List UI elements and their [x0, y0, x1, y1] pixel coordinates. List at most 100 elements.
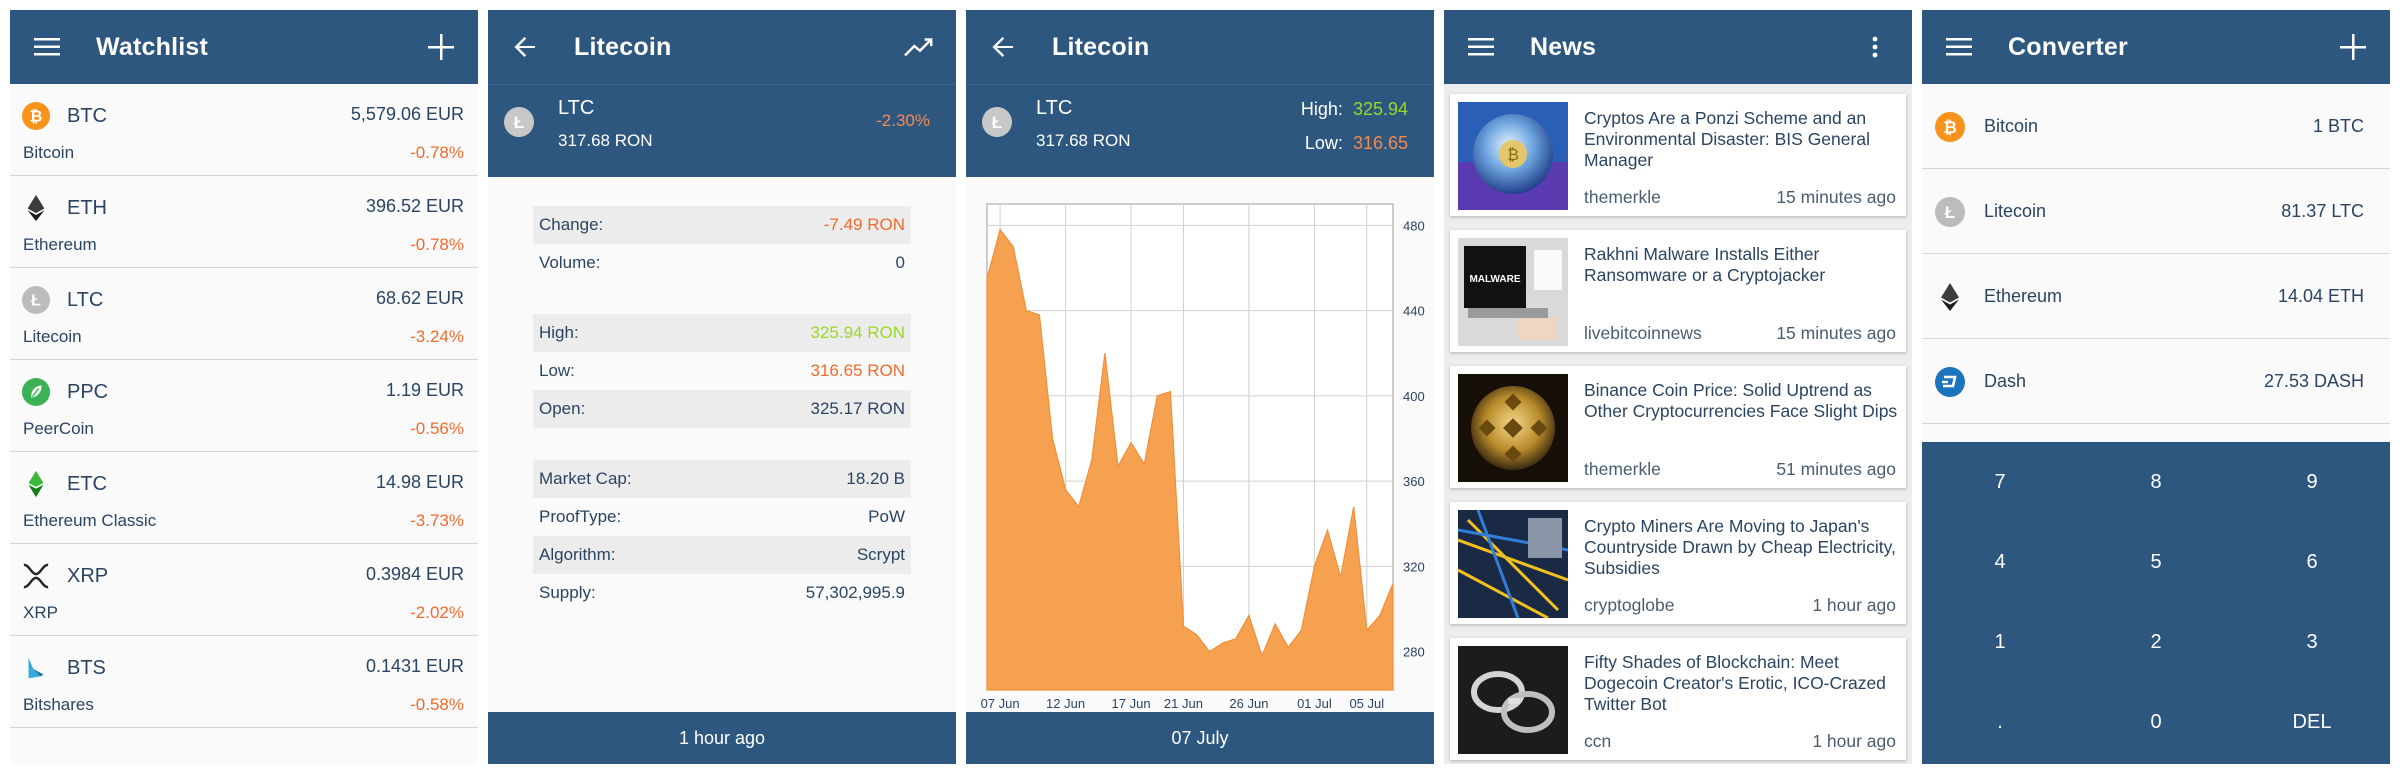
trending-chart-icon[interactable]: [904, 32, 934, 62]
plus-icon[interactable]: [2338, 32, 2368, 62]
converter-row[interactable]: Dash 27.53 DASH: [1922, 339, 2390, 424]
news-card[interactable]: Crypto Miners Are Moving to Japan's Coun…: [1450, 502, 1906, 624]
watchlist-row[interactable]: ETH 396.52 EUR Ethereum -0.78%: [10, 176, 478, 268]
app-bar: Litecoin: [966, 10, 1434, 84]
news-source: themerkle: [1584, 459, 1661, 479]
coin-symbol: LTC: [558, 97, 595, 119]
litecoin-icon: Ł: [504, 107, 534, 137]
svg-text:₿: ₿: [30, 108, 43, 126]
bitcoin-icon: ₿: [22, 102, 50, 130]
watchlist-row[interactable]: XRP 0.3984 EUR XRP -2.02%: [10, 544, 478, 636]
litecoin-icon: Ł: [1935, 197, 1965, 227]
low-readout: Low: 316.65: [1305, 133, 1408, 154]
screens: Watchlist ₿ BTC 5,579.06 EUR Bitcoin -0.78% E…: [0, 0, 2400, 774]
keypad-key[interactable]: .: [1922, 682, 2078, 762]
detail-label: Low:: [539, 361, 575, 380]
news-card[interactable]: Binance Coin Price: Solid Uptrend as Oth…: [1450, 366, 1906, 488]
currency-value: 1 BTC: [2312, 116, 2364, 136]
ethereum-classic-icon: [22, 470, 50, 498]
svg-text:Ł: Ł: [992, 113, 1002, 132]
detail-row: Volume: 0: [533, 244, 911, 282]
plus-icon[interactable]: [426, 32, 456, 62]
keypad-key[interactable]: 0: [2078, 682, 2234, 762]
svg-text:Ł: Ł: [1945, 203, 1955, 222]
keypad-key[interactable]: 3: [2234, 602, 2390, 682]
coin-name: XRP: [23, 603, 58, 622]
converter-row[interactable]: ₿ Bitcoin 1 BTC: [1922, 84, 2390, 169]
menu-icon[interactable]: [1944, 32, 1974, 62]
detail-row: High: 325.94 RON: [533, 314, 911, 352]
news-source: cryptoglobe: [1584, 595, 1675, 615]
y-tick-label: 360: [1403, 474, 1425, 489]
malware-laptop-thumbnail: MALWARE: [1458, 238, 1568, 346]
detail-label: Change:: [539, 215, 604, 234]
coin-change: -0.78%: [410, 143, 464, 162]
keypad-key[interactable]: DEL: [2234, 682, 2390, 762]
menu-icon[interactable]: [1466, 32, 1496, 62]
watchlist-row[interactable]: PPC 1.19 EUR PeerCoin -0.56%: [10, 360, 478, 452]
keypad-key[interactable]: 6: [2234, 522, 2390, 602]
keypad-key[interactable]: 5: [2078, 522, 2234, 602]
x-tick-label: 05 Jul: [1349, 696, 1384, 711]
news-time: 51 minutes ago: [1776, 459, 1896, 479]
watchlist-row[interactable]: ETC 14.98 EUR Ethereum Classic -3.73%: [10, 452, 478, 544]
page-title: Watchlist: [96, 32, 208, 61]
news-card[interactable]: MALWARE Rakhni Malware Installs Either Ra…: [1450, 230, 1906, 352]
news-source: livebitcoinnews: [1584, 323, 1702, 343]
coin-name: Litecoin: [23, 327, 82, 346]
detail-value: Scrypt: [856, 545, 905, 564]
keypad-key[interactable]: 8: [2078, 442, 2234, 522]
x-tick-label: 07 Jun: [981, 696, 1020, 711]
coin-price: 317.68 RON: [1036, 131, 1131, 150]
litecoin-icon: Ł: [982, 107, 1012, 137]
peercoin-icon: [22, 378, 50, 406]
news-card[interactable]: Fifty Shades of Blockchain: Meet Dogecoi…: [1450, 638, 1906, 760]
keypad-key[interactable]: 1: [1922, 602, 2078, 682]
y-tick-label: 280: [1403, 645, 1425, 660]
menu-icon[interactable]: [32, 32, 62, 62]
dash-icon: [1935, 367, 1965, 397]
page-title: Litecoin: [1052, 32, 1150, 61]
x-tick-label: 21 Jun: [1164, 696, 1203, 711]
coin-price: 68.62 EUR: [375, 288, 464, 308]
keypad-key[interactable]: 2: [2078, 602, 2234, 682]
coin-chart-screen: Litecoin Ł LTC 317.68 RON High: 325.94 Lo…: [966, 10, 1434, 764]
x-tick-label: 01 Jul: [1297, 696, 1332, 711]
coin-name: Ethereum: [23, 235, 97, 254]
xrp-icon: [22, 562, 50, 590]
x-tick-label: 12 Jun: [1046, 696, 1085, 711]
keypad-key[interactable]: 7: [1922, 442, 2078, 522]
detail-value: 316.65 RON: [810, 361, 906, 380]
back-arrow-icon[interactable]: [510, 32, 540, 62]
watchlist-row[interactable]: ₿ BTC 5,579.06 EUR Bitcoin -0.78%: [10, 84, 478, 176]
back-arrow-icon[interactable]: [988, 32, 1018, 62]
converter-row[interactable]: Ethereum 14.04 ETH: [1922, 254, 2390, 339]
detail-value: -7.49 RON: [823, 215, 905, 234]
y-tick-label: 320: [1403, 559, 1425, 574]
converter-row[interactable]: Ł Litecoin 81.37 LTC: [1922, 169, 2390, 254]
detail-row: Supply: 57,302,995.9: [533, 574, 911, 612]
detail-label: Algorithm:: [539, 545, 616, 564]
converter-screen: Converter ₿ Bitcoin 1 BTC Ł Litecoin 81.37 LT…: [1922, 10, 2390, 764]
app-bar: Converter: [1922, 10, 2390, 84]
coin-change: -0.58%: [410, 695, 464, 714]
news-card[interactable]: ₿ Cryptos Are a Ponzi Scheme and an Envir…: [1450, 94, 1906, 216]
more-vert-icon[interactable]: [1860, 32, 1890, 62]
watchlist-row[interactable]: Ł LTC 68.62 EUR Litecoin -3.24%: [10, 268, 478, 360]
svg-text:₿: ₿: [1507, 146, 1519, 164]
detail-value: 18.20 B: [846, 469, 905, 488]
svg-text:₿: ₿: [1943, 118, 1957, 137]
price-chart[interactable]: 280 320 360 400 440 480 07 Jun 12 Jun 17 Jun 21 J…: [966, 176, 1434, 716]
high-readout: High: 325.94: [1301, 99, 1408, 120]
news-time: 1 hour ago: [1812, 595, 1896, 615]
watchlist-row[interactable]: BTS 0.1431 EUR Bitshares -0.58%: [10, 636, 478, 728]
keypad-key[interactable]: 9: [2234, 442, 2390, 522]
y-tick-label: 400: [1403, 389, 1425, 404]
coin-change: -0.56%: [410, 419, 464, 438]
keypad-key[interactable]: 4: [1922, 522, 2078, 602]
binance-coin-thumbnail: [1458, 374, 1568, 482]
detail-value: 325.17 RON: [810, 399, 906, 418]
coin-price: 0.1431 EUR: [365, 656, 464, 676]
coin-symbol: ETH: [67, 197, 107, 219]
